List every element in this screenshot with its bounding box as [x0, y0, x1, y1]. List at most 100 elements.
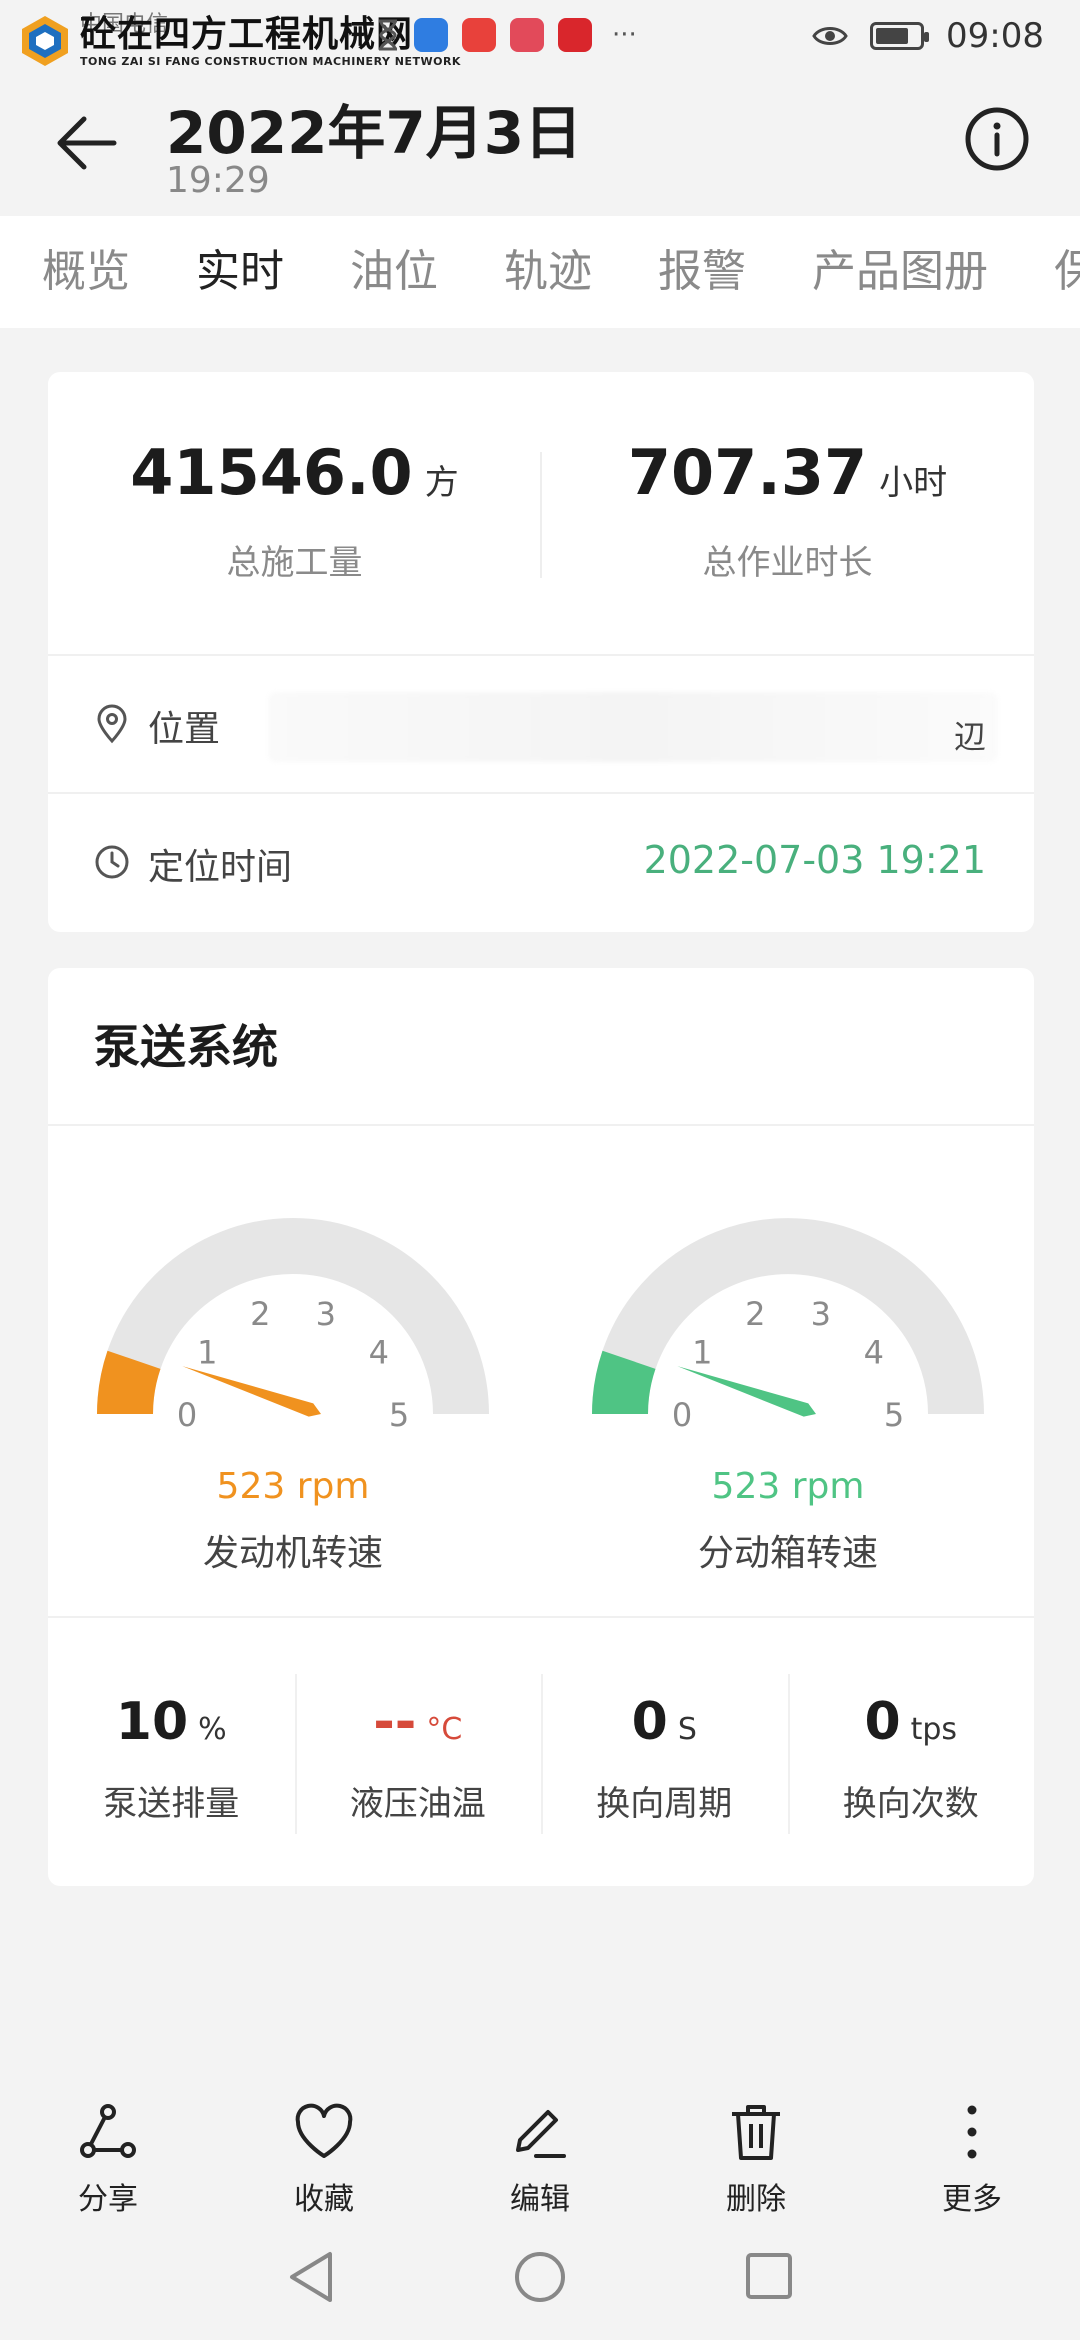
nav-back-icon[interactable]	[290, 2252, 332, 2302]
gauge-tick-label: 5	[389, 1396, 409, 1434]
gauge-tick-label: 2	[250, 1295, 270, 1333]
arrow-left-icon	[57, 116, 117, 170]
total-hours-unit: 小时	[879, 463, 948, 503]
gauge-needle	[182, 1366, 321, 1417]
edit-button[interactable]: 编辑	[432, 2080, 648, 2230]
gauge-tick-label: 3	[811, 1295, 831, 1333]
locate-time-row: 定位时间 2022-07-03 19:21	[48, 794, 1034, 932]
metric-value: 10	[115, 1692, 189, 1752]
share-label: 分享	[78, 2182, 138, 2217]
metric-unit: %	[198, 1712, 227, 1747]
eye-comfort-icon	[812, 27, 848, 45]
metric-label: 换向次数	[842, 1784, 979, 1824]
watermark-subtitle: TONG ZAI SI FANG CONSTRUCTION MACHINERY …	[80, 54, 461, 68]
tab-overview[interactable]: 概览	[42, 216, 130, 328]
summary-card: 41546.0 方 总施工量 707.37 小时 总作业时长 位置 辺 定位时间 2…	[48, 372, 1034, 932]
pump-metrics: 10% 泵送排量 -- °C 液压油温 0S 换向周期 0 tps 换向次数	[48, 1618, 1034, 1884]
total-hours-stat: 707.37 小时 总作业时长	[541, 372, 1034, 654]
more-notifications-icon: ···	[612, 20, 637, 50]
location-row[interactable]: 位置 辺	[48, 656, 1034, 794]
metric-pump-displacement: 10% 泵送排量	[48, 1618, 295, 1884]
nav-recents-icon[interactable]	[746, 2253, 792, 2299]
metric-reversing-count: 0 tps 换向次数	[787, 1618, 1035, 1884]
total-volume-stat: 41546.0 方 总施工量	[48, 372, 541, 654]
share-icon	[80, 2104, 136, 2158]
metric-unit: S	[677, 1712, 697, 1747]
gauge-needle	[677, 1366, 816, 1417]
hourglass-icon	[379, 19, 397, 51]
favorite-label: 收藏	[294, 2182, 354, 2217]
metric-unit: tps	[910, 1712, 958, 1747]
more-button[interactable]: 更多	[864, 2080, 1080, 2230]
delete-label: 删除	[726, 2182, 786, 2217]
more-label: 更多	[942, 2182, 1002, 2217]
book-app-icon	[510, 18, 544, 52]
tab-alarm[interactable]: 报警	[658, 216, 746, 328]
gauge-tick-label: 4	[864, 1334, 884, 1372]
metric-label: 换向周期	[596, 1784, 733, 1824]
tab-bar: 概览 实时 油位 轨迹 报警 产品图册 保	[0, 216, 1080, 328]
clock: 09:08	[946, 16, 1044, 56]
tab-maintenance[interactable]: 保	[1054, 216, 1080, 328]
watermark-logo-icon	[18, 14, 72, 68]
metric-value: 0	[631, 1692, 668, 1752]
favorite-button[interactable]: 收藏	[216, 2080, 432, 2230]
total-volume-label: 总施工量	[226, 543, 363, 583]
gauge-fill	[592, 1350, 656, 1415]
delete-button[interactable]: 删除	[648, 2080, 864, 2230]
engine-speed-label: 发动机转速	[202, 1533, 383, 1574]
locate-time-value: 2022-07-03 19:21	[643, 838, 986, 882]
edit-icon	[516, 2110, 566, 2158]
app-header: 2022年7月3日 19:29	[0, 72, 1080, 216]
gauges-svg: 012 345 012 345	[97, 1218, 984, 1434]
location-value-suffix: 辺	[953, 718, 986, 756]
bottom-toolbar: 分享 收藏 编辑 删除 更多	[0, 2080, 1080, 2230]
trash-icon	[732, 2105, 780, 2160]
pump-system-title: 泵送系统	[48, 968, 1034, 1126]
gauge-tick-label: 2	[745, 1295, 765, 1333]
page-subtitle: 19:29	[166, 160, 270, 201]
info-button[interactable]	[962, 104, 1032, 174]
back-button[interactable]	[52, 108, 122, 178]
tab-product-catalog[interactable]: 产品图册	[812, 216, 988, 328]
tab-oil-level[interactable]: 油位	[350, 216, 438, 328]
pump-system-card: 泵送系统 012345012345 523 rpm 发动机转速 523 rpm …	[48, 968, 1034, 1886]
gauge-tick-label: 0	[672, 1396, 692, 1434]
metric-label: 泵送排量	[103, 1784, 240, 1824]
metric-value: 0	[864, 1692, 901, 1752]
location-label: 位置	[148, 709, 221, 750]
total-hours-value: 707.37	[627, 436, 868, 509]
location-pin-icon	[97, 704, 127, 744]
nav-home-icon[interactable]	[515, 2252, 565, 2302]
gauges-area: 012345012345 523 rpm 发动机转速 523 rpm 分动箱转速	[48, 1126, 1034, 1618]
more-icon	[967, 2105, 977, 2159]
edit-label: 编辑	[510, 2182, 570, 2217]
location-value-redacted	[268, 692, 998, 762]
clock-icon	[95, 845, 129, 879]
share-button[interactable]: 分享	[0, 2080, 216, 2230]
gauge-tick-label: 1	[197, 1334, 217, 1372]
status-bar: 中国电信 砼在四方工程机械网 TONG ZAI SI FANG CONSTRUC…	[0, 0, 1080, 72]
gauge-tick-label: 4	[369, 1334, 389, 1372]
gauge-tick-label: 5	[884, 1396, 904, 1434]
metric-label: 液压油温	[349, 1784, 486, 1824]
total-volume-unit: 方	[424, 463, 459, 503]
page-title: 2022年7月3日	[166, 99, 583, 167]
gauge-track	[592, 1218, 984, 1415]
metric-hydraulic-oil-temp: -- °C 液压油温	[294, 1618, 542, 1884]
info-icon	[965, 107, 1029, 171]
metric-reversing-period: 0S 换向周期	[541, 1618, 788, 1884]
shield-app-icon	[414, 18, 448, 52]
toutiao-app-icon	[462, 18, 496, 52]
total-volume-value: 41546.0	[130, 436, 413, 509]
tab-realtime[interactable]: 实时	[194, 216, 286, 328]
locate-time-label: 定位时间	[148, 847, 293, 888]
metric-unit: °C	[426, 1712, 463, 1747]
transfer-case-speed-reading: 523 rpm	[711, 1466, 865, 1507]
metric-value: --	[373, 1692, 417, 1752]
gauge-fill	[97, 1350, 161, 1415]
engine-speed-reading: 523 rpm	[216, 1466, 370, 1507]
tab-track[interactable]: 轨迹	[504, 216, 592, 328]
transfer-case-speed-label: 分动箱转速	[697, 1533, 878, 1574]
battery-icon	[870, 22, 930, 50]
